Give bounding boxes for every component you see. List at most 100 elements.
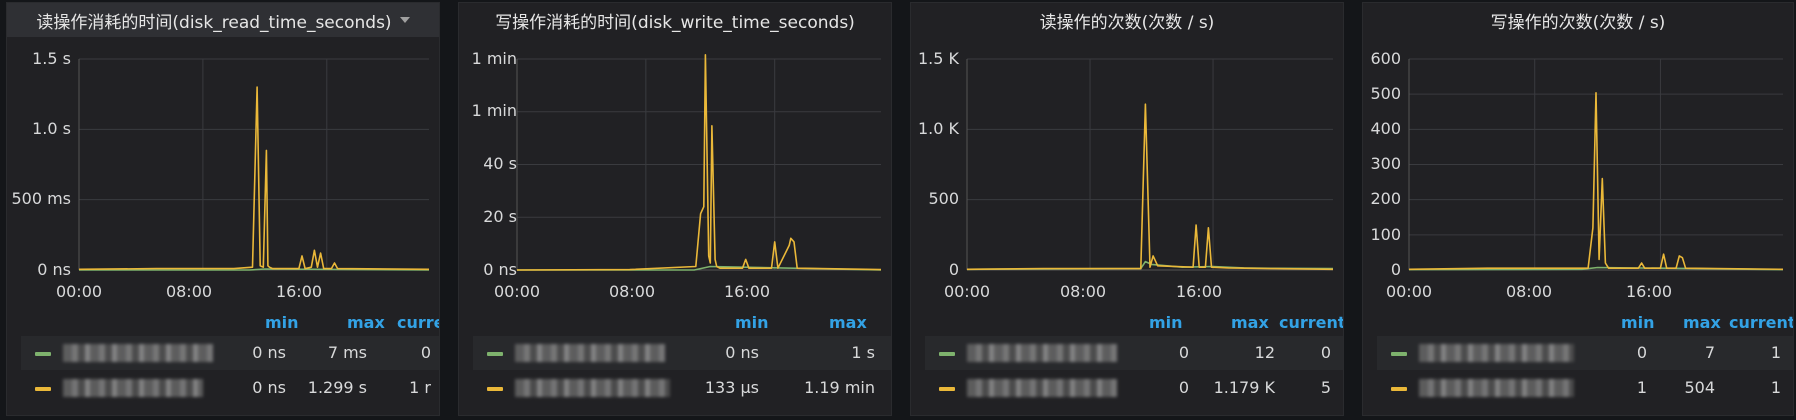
graph-area[interactable]: 1 min 1 min 40 s 20 s 0 ns 00:00 08:00 1… xyxy=(459,37,892,307)
legend-header-current[interactable]: current xyxy=(1729,313,1793,332)
panel-disk-write-time: 写操作消耗的时间(disk_write_time_seconds) 1 min … xyxy=(458,2,892,416)
x-tick: 16:00 xyxy=(1176,282,1222,301)
y-tick: 20 s xyxy=(483,207,517,226)
x-tick: 08:00 xyxy=(609,282,655,301)
x-tick: 00:00 xyxy=(494,282,540,301)
legend-min: 133 µs xyxy=(704,378,759,397)
y-tick: 0 xyxy=(1391,260,1401,279)
x-tick: 00:00 xyxy=(944,282,990,301)
y-tick: 1.5 K xyxy=(918,49,960,68)
legend-min: 0 xyxy=(1178,378,1189,397)
series-swatch xyxy=(939,387,955,391)
series-line-yellow[interactable] xyxy=(1408,91,1784,271)
x-tick: 00:00 xyxy=(56,282,102,301)
legend-min: 0 ns xyxy=(725,343,759,362)
series-swatch xyxy=(487,352,503,356)
legend-max: 1.299 s xyxy=(307,378,367,397)
legend-header-max[interactable]: max xyxy=(347,313,385,332)
y-tick: 500 xyxy=(1370,84,1401,103)
legend-max: 7 xyxy=(1704,343,1715,362)
panel-disk-read-time: 读操作消耗的时间(disk_read_time_seconds) 1.5 s 1… xyxy=(6,2,440,416)
series-swatch xyxy=(35,352,51,356)
y-tick: 0 xyxy=(949,260,959,279)
legend-max: 12 xyxy=(1254,343,1275,362)
legend-header-min[interactable]: min xyxy=(1149,313,1183,332)
x-tick: 16:00 xyxy=(1626,282,1672,301)
y-tick: 1 min xyxy=(472,49,517,68)
legend-row[interactable]: 0 ns 1.299 s 1 r xyxy=(21,371,439,405)
panel-header[interactable]: 读操作的次数(次数 / s) xyxy=(911,3,1343,37)
y-tick: 500 ms xyxy=(11,189,71,208)
legend-min: 0 ns xyxy=(252,343,286,362)
redacted-series-name xyxy=(1419,344,1574,362)
y-tick: 0 ns xyxy=(483,260,517,279)
redacted-series-name xyxy=(63,344,213,362)
legend-current: 0 xyxy=(420,343,431,362)
graph-area[interactable]: 1.5 K 1.0 K 500 0 00:00 08:00 16:00 xyxy=(911,37,1344,307)
panel-title: 写操作消耗的时间(disk_write_time_seconds) xyxy=(495,12,855,33)
redacted-series-name xyxy=(515,344,665,362)
redacted-series-name xyxy=(1419,379,1574,397)
legend-max: 504 xyxy=(1684,378,1715,397)
panel-header[interactable]: 写操作消耗的时间(disk_write_time_seconds) xyxy=(459,3,891,37)
redacted-series-name xyxy=(515,379,670,397)
legend-min: 0 xyxy=(1178,343,1189,362)
legend-current: 1 xyxy=(1770,378,1781,397)
legend-header-max[interactable]: max xyxy=(1231,313,1269,332)
series-swatch xyxy=(939,352,955,356)
legend-current: 5 xyxy=(1320,378,1331,397)
y-tick: 500 xyxy=(928,189,959,208)
legend-row[interactable]: 133 µs 1.19 min xyxy=(473,371,891,405)
legend-header-current[interactable]: curre xyxy=(397,313,439,332)
y-tick: 600 xyxy=(1370,49,1401,68)
legend-current: 1 xyxy=(1770,343,1781,362)
y-tick: 1.5 s xyxy=(32,49,71,68)
panel-write-ops: 写操作的次数(次数 / s) 600 500 400 300 200 100 0… xyxy=(1362,2,1794,416)
legend-header-min[interactable]: min xyxy=(1621,313,1655,332)
legend-max: 1 s xyxy=(851,343,875,362)
x-tick: 08:00 xyxy=(166,282,212,301)
y-tick: 100 xyxy=(1370,225,1401,244)
legend-max: 1.19 min xyxy=(804,378,875,397)
chevron-down-icon[interactable] xyxy=(399,17,410,23)
legend-row[interactable]: 0 12 0 xyxy=(925,336,1343,370)
series-swatch xyxy=(35,387,51,391)
legend-header-current[interactable]: current xyxy=(1279,313,1343,332)
legend-max: 1.179 K xyxy=(1213,378,1275,397)
x-tick: 16:00 xyxy=(276,282,322,301)
y-tick: 400 xyxy=(1370,119,1401,138)
y-tick: 1.0 s xyxy=(32,119,71,138)
series-swatch xyxy=(1391,387,1407,391)
x-tick: 00:00 xyxy=(1386,282,1432,301)
y-tick: 300 xyxy=(1370,154,1401,173)
series-line-yellow[interactable] xyxy=(516,53,882,271)
legend-min: 0 xyxy=(1636,343,1647,362)
legend-row[interactable]: 1 504 1 xyxy=(1377,371,1793,405)
panel-header[interactable]: 写操作的次数(次数 / s) xyxy=(1363,3,1793,37)
redacted-series-name xyxy=(967,379,1117,397)
panel-header[interactable]: 读操作消耗的时间(disk_read_time_seconds) xyxy=(7,3,439,37)
panel-read-ops: 读操作的次数(次数 / s) 1.5 K 1.0 K 500 0 00:00 0… xyxy=(910,2,1344,416)
legend-current: 0 xyxy=(1320,343,1331,362)
legend-min: 1 xyxy=(1636,378,1647,397)
graph-area[interactable]: 1.5 s 1.0 s 500 ms 0 ns 00:00 08:00 16:0… xyxy=(7,37,440,307)
panel-title: 读操作消耗的时间(disk_read_time_seconds) xyxy=(36,12,392,33)
series-swatch xyxy=(487,387,503,391)
legend-row[interactable]: 0 ns 1 s xyxy=(473,336,891,370)
legend-row[interactable]: 0 7 1 xyxy=(1377,336,1793,370)
x-tick: 08:00 xyxy=(1506,282,1552,301)
legend-row[interactable]: 0 1.179 K 5 xyxy=(925,371,1343,405)
graph-area[interactable]: 600 500 400 300 200 100 0 00:00 08:00 16… xyxy=(1363,37,1794,307)
legend-header-min[interactable]: min xyxy=(265,313,299,332)
x-tick: 08:00 xyxy=(1060,282,1106,301)
legend-header-min[interactable]: min xyxy=(735,313,769,332)
legend-row[interactable]: 0 ns 7 ms 0 xyxy=(21,336,439,370)
legend-header-max[interactable]: max xyxy=(1683,313,1721,332)
series-swatch xyxy=(1391,352,1407,356)
x-tick: 16:00 xyxy=(724,282,770,301)
legend-max: 7 ms xyxy=(327,343,367,362)
redacted-series-name xyxy=(63,379,203,397)
panel-title: 读操作的次数(次数 / s) xyxy=(1039,12,1215,33)
series-line-yellow[interactable] xyxy=(78,86,430,271)
legend-header-max[interactable]: max xyxy=(829,313,867,332)
